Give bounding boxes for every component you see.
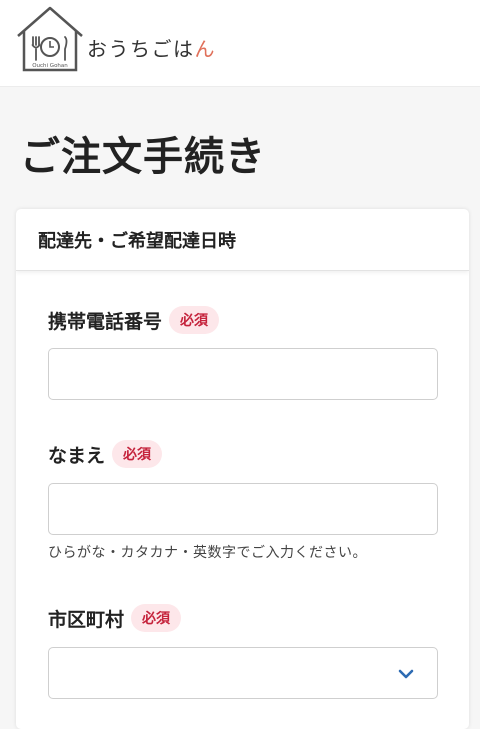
city-label-text: 市区町村 xyxy=(48,608,125,631)
city-field-label: 市区町村 必須 xyxy=(48,604,182,632)
required-badge: 必須 xyxy=(169,306,220,334)
name-label-text: なまえ xyxy=(48,444,106,467)
name-hint: ひらがな・カタカナ・英数字でご入力ください。 xyxy=(48,545,367,561)
phone-field-label: 携帯電話番号 必須 xyxy=(48,306,220,334)
city-select[interactable] xyxy=(48,647,438,699)
logo-subtext: Ouchi Gohan xyxy=(32,63,68,69)
name-field-label: なまえ 必須 xyxy=(48,440,163,468)
house-plate-icon[interactable]: Ouchi Gohan xyxy=(14,4,86,72)
required-badge: 必須 xyxy=(112,440,163,468)
delivery-form-card: 配達先・ご希望配達日時 携帯電話番号 必須 なまえ 必須 ひらがな・カタカナ・英… xyxy=(16,209,469,729)
chevron-down-icon[interactable] xyxy=(397,665,415,683)
site-header: Ouchi Gohan おうちごはん xyxy=(0,0,480,87)
logo-text-main: おうちごは xyxy=(87,37,195,61)
section-title: 配達先・ご希望配達日時 xyxy=(16,209,469,271)
required-badge: 必須 xyxy=(131,604,182,632)
logo-text-accent: ん xyxy=(194,37,216,61)
phone-input[interactable] xyxy=(48,348,438,400)
phone-label-text: 携帯電話番号 xyxy=(48,310,163,333)
name-input[interactable] xyxy=(48,483,438,535)
logo-text[interactable]: おうちごはん xyxy=(87,33,216,62)
page-title: ご注文手続き xyxy=(20,134,266,180)
